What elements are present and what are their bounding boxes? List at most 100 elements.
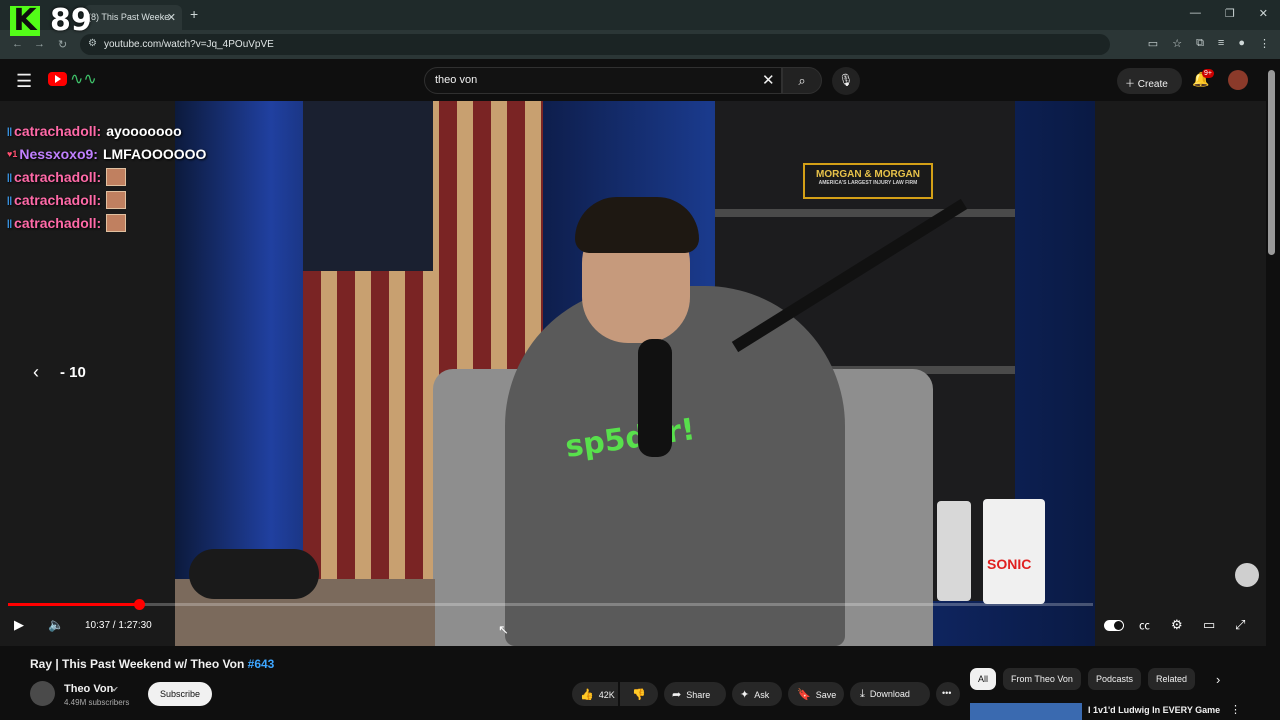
chat-overlay: || catrachadoll: ayooooooo ♥1 Nessxoxo9:… (7, 121, 206, 236)
browser-actions: ▭ ☆ ⧉ ≡ ● ⋮ (1148, 37, 1270, 50)
forward-icon[interactable]: → (34, 38, 45, 50)
face-emote-icon (106, 168, 127, 186)
play-icon[interactable]: ▶ (14, 617, 24, 633)
headphones (189, 549, 319, 599)
chip-all[interactable]: All (970, 668, 997, 690)
rewind-chevron-icon: ‹ (33, 362, 39, 382)
volume-icon[interactable]: 🔈 (48, 617, 64, 633)
browser-tab[interactable]: (8) This Past Weeke ✕ (84, 5, 182, 30)
save-button[interactable]: 🔖 Save (788, 682, 844, 706)
cast-icon[interactable]: ▭ (1148, 37, 1158, 50)
media-icon[interactable]: ≡ (1218, 37, 1224, 50)
autoplay-toggle[interactable] (1104, 620, 1124, 631)
more-horizontal-icon: ••• (942, 688, 952, 698)
chat-username: catrachadoll: (14, 215, 102, 231)
url-field[interactable]: ⚙ youtube.com/watch?v=Jq_4POuVpVE (80, 34, 1110, 55)
create-label: Create (1137, 79, 1168, 90)
youtube-logo[interactable] (48, 72, 67, 86)
search-input[interactable]: theo von (424, 67, 782, 94)
subscriber-count: 4.49M subscribers (64, 698, 130, 707)
back-icon[interactable]: ← (12, 38, 23, 50)
microphone-icon: 🎙 (838, 73, 854, 87)
video-frame[interactable]: MORGAN & MORGAN AMERICA'S LARGEST INJURY… (175, 101, 1095, 646)
like-button[interactable]: 👍 42K (572, 682, 618, 706)
episode-hashtag[interactable]: #643 (248, 657, 275, 671)
chevron-right-icon[interactable]: › (1216, 672, 1220, 687)
page-scrollbar[interactable] (1268, 70, 1275, 255)
youtube-doodle-icon[interactable]: ∿∿ (70, 69, 97, 89)
chat-badge: || (7, 195, 13, 205)
settings-gear-icon[interactable]: ⚙ (1171, 617, 1183, 633)
ask-button[interactable]: ✦ Ask (732, 682, 782, 706)
close-window-button[interactable]: ✕ (1259, 7, 1268, 20)
profile-icon[interactable]: ● (1238, 37, 1245, 50)
recommendation-title[interactable]: I 1v1'd Ludwig In EVERY Game (1088, 705, 1220, 715)
fullscreen-icon[interactable]: ⤢ (1235, 617, 1245, 633)
chat-badge: || (7, 126, 13, 136)
sign-subtext: AMERICA'S LARGEST INJURY LAW FIRM (818, 180, 918, 186)
hamburger-menu-icon[interactable]: ☰ (16, 71, 32, 92)
person-hair (575, 197, 699, 253)
channel-avatar[interactable] (30, 681, 55, 706)
mouse-cursor-icon: ↖ (498, 622, 509, 637)
chip-from-theo-von[interactable]: From Theo Von (1003, 668, 1081, 690)
new-tab-button[interactable]: + (190, 6, 198, 22)
account-avatar[interactable] (1228, 70, 1248, 90)
share-icon: ➦ (672, 689, 682, 701)
chat-text: LMFAOOOOOO (102, 146, 207, 162)
more-actions-button[interactable]: ••• (936, 682, 960, 706)
chat-username: Nessxoxo9: (19, 146, 98, 162)
kick-logo: K (10, 6, 40, 36)
window-controls: — ❐ ✕ (1190, 7, 1268, 20)
sign-text: MORGAN & MORGAN (816, 169, 920, 180)
recommendation-thumbnail[interactable] (970, 703, 1082, 720)
share-label: Share (686, 690, 711, 700)
channel-name[interactable]: Theo Von (64, 683, 113, 695)
clear-search-icon[interactable]: ✕ (762, 71, 775, 89)
search-button[interactable]: ⌕ (782, 67, 822, 94)
address-bar-row: ← → ↻ ⚙ youtube.com/watch?v=Jq_4POuVpVE … (0, 30, 1280, 59)
tab-title: (8) This Past Weeke (88, 12, 170, 22)
chip-related[interactable]: Related (1148, 668, 1196, 690)
chip-podcasts[interactable]: Podcasts (1088, 668, 1142, 690)
share-button[interactable]: ➦ Share (664, 682, 726, 706)
drink-can (937, 501, 971, 601)
dislike-button[interactable]: 👎 (620, 682, 658, 706)
chat-badge: ♥1 (7, 149, 18, 159)
site-info-icon[interactable]: ⚙ (88, 38, 97, 49)
voice-search-button[interactable]: 🎙 (832, 67, 860, 95)
like-count: 42K (598, 690, 615, 700)
bookmark-star-icon[interactable]: ☆ (1172, 37, 1182, 50)
save-label: Save (815, 690, 837, 700)
cup-label: SONIC (987, 556, 1032, 572)
browser-menu-icon[interactable]: ⋮ (1259, 37, 1270, 50)
minimize-button[interactable]: — (1190, 7, 1201, 20)
reload-icon[interactable]: ↻ (58, 38, 67, 51)
url-text: youtube.com/watch?v=Jq_4POuVpVE (104, 39, 274, 50)
tab-close-icon[interactable]: ✕ (167, 11, 176, 24)
face-emote-icon (106, 214, 127, 232)
time-display: 10:37 / 1:27:30 (85, 620, 152, 631)
create-button[interactable]: ＋ Create (1117, 68, 1182, 94)
chat-message: || catrachadoll: (7, 167, 177, 187)
chat-badge: || (7, 218, 13, 228)
video-title: Ray | This Past Weekend w/ Theo Von #643 (30, 657, 274, 671)
chat-username: catrachadoll: (14, 192, 102, 208)
verified-check-icon: ✔ (112, 685, 119, 694)
chat-message: ♥1 Nessxoxo9: LMFAOOOOOO (7, 144, 206, 164)
chat-username: catrachadoll: (14, 123, 102, 139)
captions-icon[interactable]: ㏄ (1139, 617, 1150, 633)
ask-label: Ask (754, 690, 770, 700)
subscribe-button[interactable]: Subscribe (148, 682, 212, 706)
more-vertical-icon[interactable]: ⋮ (1230, 703, 1241, 716)
progress-bar[interactable] (8, 599, 1093, 610)
restore-button[interactable]: ❐ (1225, 7, 1235, 20)
download-label: Download (869, 689, 910, 699)
chat-text: ayooooooo (106, 123, 182, 139)
download-button[interactable]: ⤓ Download (850, 682, 930, 706)
browser-tab-bar: (8) This Past Weeke ✕ + — ❐ ✕ (0, 0, 1280, 30)
theater-mode-icon[interactable]: ▭ (1203, 617, 1215, 633)
morgan-sign: MORGAN & MORGAN AMERICA'S LARGEST INJURY… (803, 163, 933, 199)
extensions-icon[interactable]: ⧉ (1196, 37, 1204, 50)
shelf-top (715, 209, 1015, 217)
